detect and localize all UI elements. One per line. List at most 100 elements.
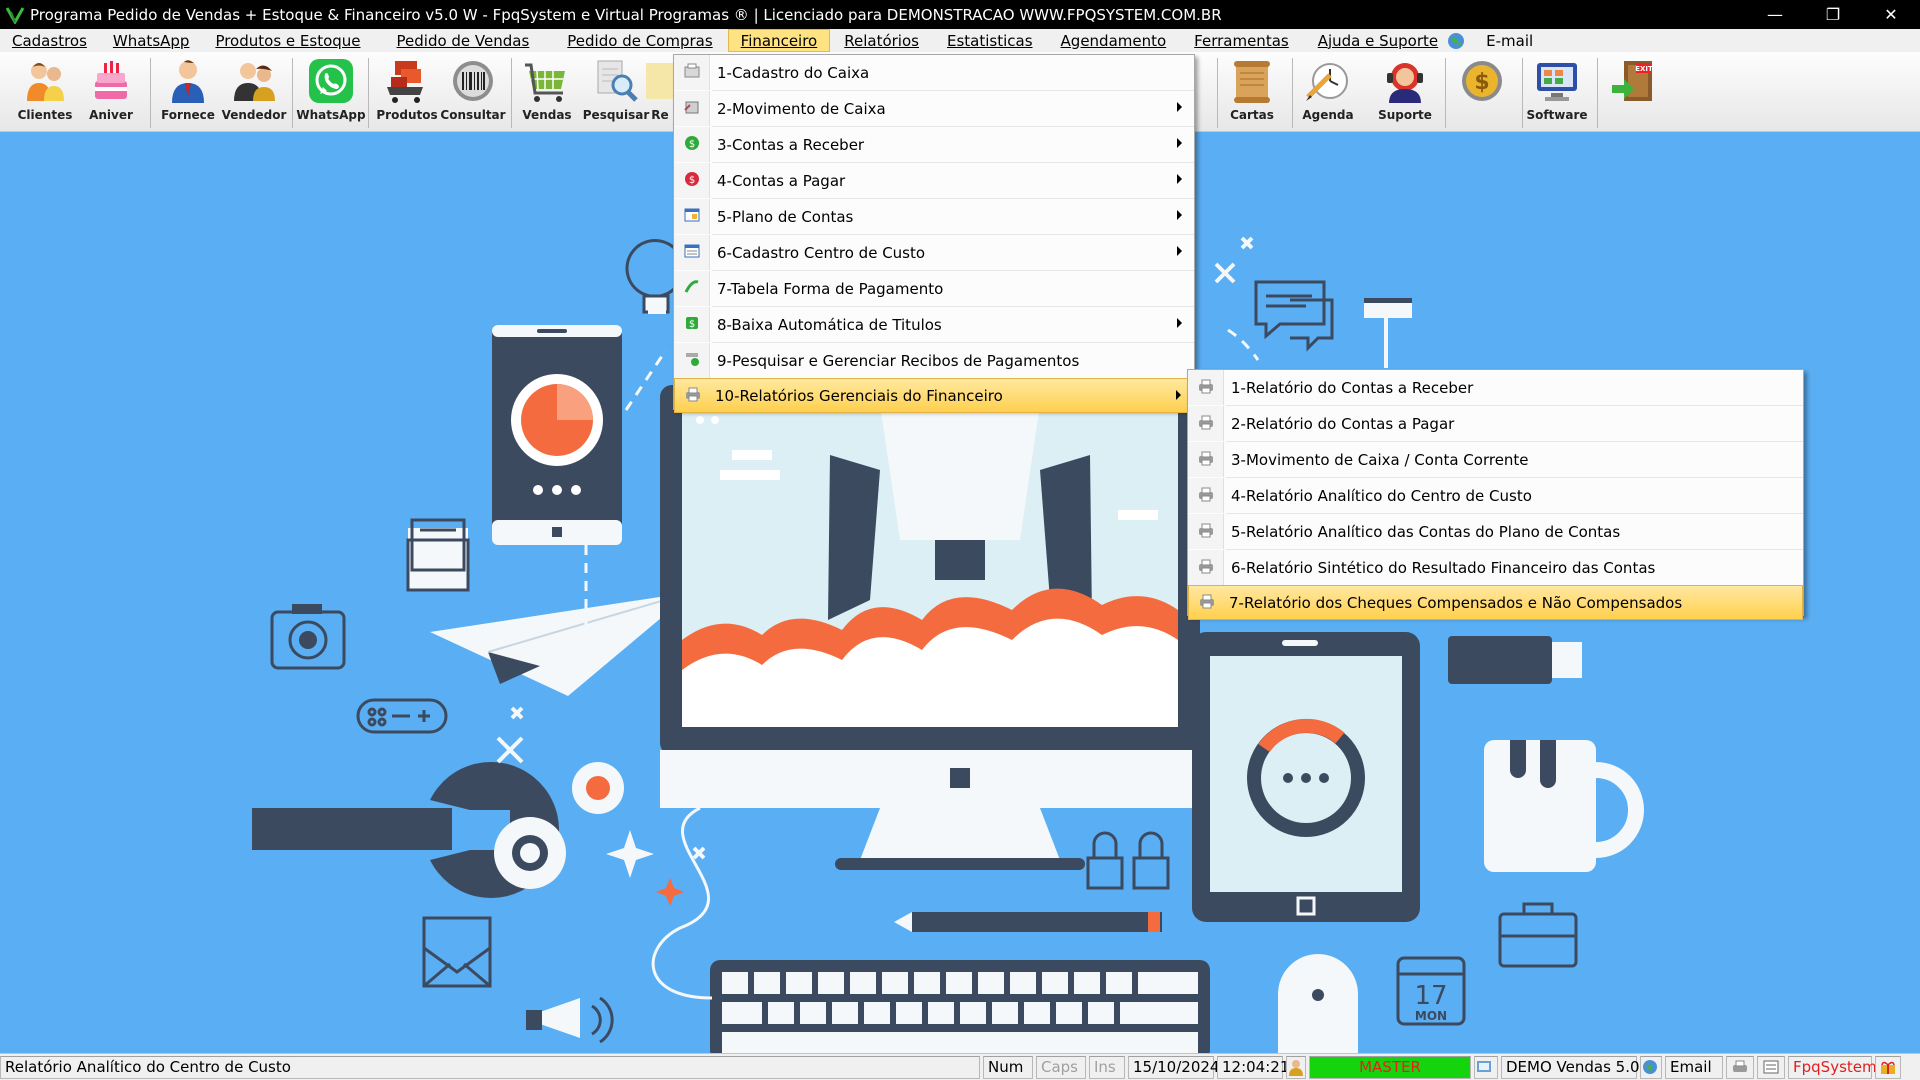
submenu-item-contas-receber[interactable]: 1-Relatório do Contas a Receber bbox=[1188, 370, 1803, 405]
list-status-icon[interactable] bbox=[1757, 1055, 1785, 1079]
submenu-arrow-icon bbox=[1177, 318, 1182, 328]
menu-produtos-estoque[interactable]: Produtos e Estoque bbox=[202, 29, 378, 52]
restore-button[interactable]: ❐ bbox=[1804, 0, 1862, 29]
submenu-item-label: 2-Relatório do Contas a Pagar bbox=[1231, 414, 1455, 433]
toolbar-re-button[interactable]: Re bbox=[646, 56, 674, 130]
menu-relatorios[interactable]: Relatórios bbox=[830, 29, 932, 52]
toolbar-suporte-button[interactable]: Suporte bbox=[1372, 56, 1438, 130]
toolbar-vendedor-button[interactable]: Vendedor bbox=[221, 56, 287, 130]
toolbar-vendas-button[interactable]: Vendas bbox=[514, 56, 580, 130]
toolbar-fornece-button[interactable]: Fornece bbox=[155, 56, 221, 130]
toolbar-consultar-button[interactable]: Consultar bbox=[440, 56, 506, 130]
menu-item-label: 8-Baixa Automática de Titulos bbox=[717, 315, 942, 334]
menu-item-forma-pagamento[interactable]: 7-Tabela Forma de Pagamento bbox=[674, 271, 1194, 306]
relatorios-gerenciais-submenu: 1-Relatório do Contas a Receber 2-Relató… bbox=[1187, 369, 1804, 620]
toolbar-software-button[interactable]: Software bbox=[1524, 56, 1590, 130]
mouse-illustration bbox=[1278, 954, 1358, 1053]
menu-item-movimento-caixa[interactable]: 2-Movimento de Caixa bbox=[674, 91, 1194, 126]
status-hint: Relatório Analítico do Centro de Custo bbox=[0, 1055, 980, 1079]
submenu-item-plano-contas[interactable]: 5-Relatório Analítico das Contas do Plan… bbox=[1188, 514, 1803, 549]
menu-financeiro[interactable]: Financeiro bbox=[727, 29, 831, 52]
letters-icon bbox=[1228, 56, 1276, 106]
toolbar-separator bbox=[1522, 58, 1523, 128]
toolbar-produtos-button[interactable]: Produtos bbox=[374, 56, 440, 130]
submenu-arrow-icon bbox=[1177, 102, 1182, 112]
toolbar-separator bbox=[150, 58, 151, 128]
toolbar-cartas-button[interactable]: Cartas bbox=[1219, 56, 1285, 130]
printer-status-icon[interactable] bbox=[1726, 1055, 1754, 1079]
chart-of-accounts-icon bbox=[683, 206, 701, 228]
calendar-illustration: 17 MON bbox=[1396, 956, 1466, 1026]
menu-ajuda-suporte[interactable]: Ajuda e Suporte bbox=[1303, 29, 1444, 52]
agenda-icon bbox=[1304, 56, 1352, 106]
toolbar-aniver-button[interactable]: Aniver bbox=[78, 56, 144, 130]
chat-bubble-illustration bbox=[1254, 280, 1334, 352]
menu-pedido-vendas[interactable]: Pedido de Vendas bbox=[379, 29, 548, 52]
gamepad-illustration bbox=[356, 698, 448, 734]
version-icon bbox=[1474, 1055, 1498, 1079]
exit-icon: EXIT bbox=[1610, 56, 1658, 106]
status-email[interactable]: Email bbox=[1665, 1055, 1723, 1079]
printer-icon bbox=[1197, 485, 1215, 507]
submenu-item-label: 5-Relatório Analítico das Contas do Plan… bbox=[1231, 522, 1621, 541]
menu-item-label: 5-Plano de Contas bbox=[717, 207, 854, 226]
menu-bar: Cadastros WhatsApp Produtos e Estoque Pe… bbox=[0, 29, 1920, 52]
menu-whatsapp[interactable]: WhatsApp bbox=[100, 29, 203, 52]
calendar-weekday-label: MON bbox=[1415, 1009, 1447, 1023]
globe-icon[interactable] bbox=[1444, 29, 1478, 52]
pay-money-icon: $ bbox=[683, 170, 701, 192]
printer-icon bbox=[684, 385, 702, 407]
folder-illustration bbox=[406, 518, 470, 592]
submenu-item-label: 3-Movimento de Caixa / Conta Corrente bbox=[1231, 450, 1529, 469]
toolbar-agenda-button[interactable]: Agenda bbox=[1295, 56, 1361, 130]
menu-item-contas-pagar[interactable]: $ 4-Contas a Pagar bbox=[674, 163, 1194, 198]
submenu-arrow-icon bbox=[1177, 174, 1182, 184]
title-bar: Programa Pedido de Vendas + Estoque & Fi… bbox=[0, 0, 1920, 29]
financeiro-dropdown-menu: 1-Cadastro do Caixa 2-Movimento de Caixa… bbox=[673, 54, 1195, 413]
menu-item-label: 10-Relatórios Gerenciais do Financeiro bbox=[715, 386, 1003, 405]
email-icon bbox=[1640, 1055, 1662, 1079]
menu-email[interactable]: E-mail bbox=[1478, 29, 1543, 52]
calculator-icon bbox=[683, 98, 701, 120]
menu-item-recibos-pagamentos[interactable]: 9-Pesquisar e Gerenciar Recibos de Pagam… bbox=[674, 343, 1194, 378]
menu-item-baixa-automatica[interactable]: $ 8-Baixa Automática de Titulos bbox=[674, 307, 1194, 342]
submenu-item-cheques-compensados[interactable]: 7-Relatório dos Cheques Compensados e Nã… bbox=[1188, 585, 1803, 620]
menu-estatisticas[interactable]: Estatisticas bbox=[932, 29, 1047, 52]
submenu-arrow-icon bbox=[1176, 390, 1181, 400]
menu-ferramentas[interactable]: Ferramentas bbox=[1180, 29, 1303, 52]
status-brand: FpqSystem bbox=[1788, 1055, 1877, 1079]
menu-pedido-compras[interactable]: Pedido de Compras bbox=[547, 29, 727, 52]
toolbar-separator bbox=[1217, 58, 1218, 128]
close-button[interactable]: ✕ bbox=[1862, 0, 1920, 29]
receipt-icon bbox=[683, 350, 701, 372]
toolbar-exit-button[interactable]: EXIT bbox=[1601, 56, 1667, 130]
menu-item-contas-receber[interactable]: $ 3-Contas a Receber bbox=[674, 127, 1194, 162]
toolbar-whatsapp-button[interactable]: WhatsApp bbox=[296, 56, 366, 130]
status-time: 12:04:21 bbox=[1217, 1055, 1289, 1079]
tablet-illustration bbox=[1192, 632, 1420, 922]
app-logo-icon bbox=[4, 5, 26, 25]
padlock-illustration bbox=[1086, 831, 1170, 890]
menu-item-cadastro-caixa[interactable]: 1-Cadastro do Caixa bbox=[674, 55, 1194, 90]
svg-text:$: $ bbox=[1474, 70, 1489, 95]
toolbar-money-button[interactable]: $ bbox=[1449, 56, 1515, 130]
minimize-button[interactable]: — bbox=[1746, 0, 1804, 29]
toolbar-separator bbox=[511, 58, 512, 128]
menu-cadastros[interactable]: Cadastros bbox=[0, 29, 100, 52]
submenu-item-movimento-caixa[interactable]: 3-Movimento de Caixa / Conta Corrente bbox=[1188, 442, 1803, 477]
svg-text:EXIT: EXIT bbox=[1635, 65, 1653, 73]
menu-item-relatorios-gerenciais[interactable]: 10-Relatórios Gerenciais do Financeiro bbox=[674, 378, 1194, 413]
submenu-item-centro-custo[interactable]: 4-Relatório Analítico do Centro de Custo bbox=[1188, 478, 1803, 513]
menu-item-label: 1-Cadastro do Caixa bbox=[717, 63, 870, 82]
submenu-item-contas-pagar[interactable]: 2-Relatório do Contas a Pagar bbox=[1188, 406, 1803, 441]
toolbar-clientes-button[interactable]: Clientes bbox=[12, 56, 78, 130]
menu-item-centro-custo[interactable]: 6-Cadastro Centro de Custo bbox=[674, 235, 1194, 270]
toolbar-pesquisar-button[interactable]: Pesquisar bbox=[583, 56, 649, 130]
menu-item-plano-contas[interactable]: 5-Plano de Contas bbox=[674, 199, 1194, 234]
submenu-item-resultado-financeiro[interactable]: 6-Relatório Sintético do Resultado Finan… bbox=[1188, 550, 1803, 585]
toolbar-separator bbox=[1445, 58, 1446, 128]
payment-method-icon bbox=[683, 278, 701, 300]
submenu-item-label: 1-Relatório do Contas a Receber bbox=[1231, 378, 1474, 397]
menu-item-label: 2-Movimento de Caixa bbox=[717, 99, 886, 118]
menu-agendamento[interactable]: Agendamento bbox=[1047, 29, 1181, 52]
